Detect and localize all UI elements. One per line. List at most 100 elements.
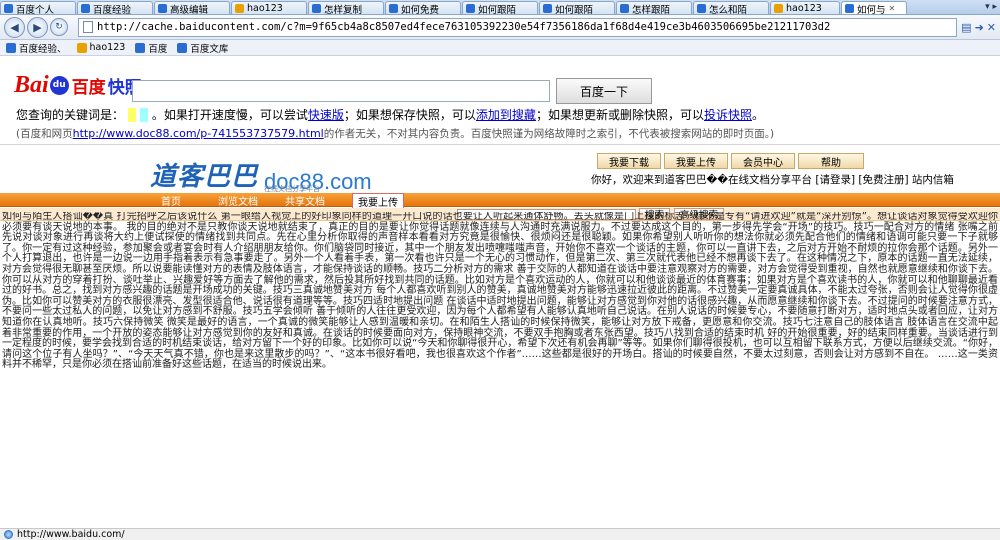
browser-tab[interactable]: 百度经验 — [77, 1, 153, 15]
refresh-icon: ↻ — [55, 22, 63, 32]
tab-label: hao123 — [247, 3, 283, 14]
report-snapshot-link[interactable]: 投诉快照 — [704, 108, 752, 122]
browser-tab[interactable]: 百度个人 — [0, 1, 76, 15]
refresh-button[interactable]: ↻ — [50, 18, 68, 36]
address-url: http://cache.baiducontent.com/c?m=9f65cb… — [97, 21, 831, 33]
back-button[interactable]: ◀ — [4, 16, 25, 38]
bookmark-label: hao123 — [89, 42, 126, 53]
baidu-kuaizhao-logo[interactable]: Bai du 百度 快照 — [14, 68, 142, 102]
browser-toolbar: ◀ ▶ ↻ http://cache.baiducontent.com/c?m=… — [0, 15, 1000, 40]
doc88-logo-zh: 道客巴巴 — [150, 162, 259, 192]
divider — [0, 144, 1000, 145]
bookmark-item[interactable]: 百度 — [135, 41, 167, 55]
bookmark-favicon-icon — [177, 42, 188, 53]
doc88-welcome: 你好，欢迎来到道客巴巴��在线文档分享平台 [请登录] [免费注册] 站内信箱 — [591, 174, 954, 186]
tab-label: 如何与 — [857, 4, 886, 15]
go-arrow-icon[interactable]: ➜ — [975, 21, 984, 34]
doc88-logo[interactable]: 道客巴巴 doc88.com 在线文档分享平台 — [150, 156, 372, 193]
status-bar: http://www.baidu.com/ — [0, 528, 1000, 540]
tab-label: 如何免费 — [401, 4, 440, 15]
bookmark-label: 百度 — [148, 43, 168, 55]
tab-close-icon[interactable]: ✕ — [889, 4, 896, 13]
keyword-highlight-2 — [139, 108, 149, 122]
bookmark-favicon-icon — [76, 42, 87, 53]
snapshot-disclaimer: (百度和网页http://www.doc88.com/p-74155373757… — [16, 126, 996, 141]
bookmark-label: 百度文库 — [190, 43, 229, 55]
bookmark-item[interactable]: hao123 — [76, 42, 126, 53]
disclaimer-text-2: 的作者无关，不对其内容负责。百度快照谨为网络故障时之索引，不代表被搜索网站的即时… — [323, 128, 775, 140]
browser-tab-strip: 百度个人 百度经验 高级编辑 hao123 怎样复制 如何免费 如何跟陌 如何跟陌 怎样跟陌 怎么… — [0, 0, 1000, 15]
tab-favicon-icon — [158, 4, 167, 13]
tab-favicon-icon — [389, 4, 398, 13]
browser-tab[interactable]: 高级编辑 — [154, 1, 230, 15]
browser-tab[interactable]: 如何与 ✕ — [841, 1, 907, 15]
doc88-top-button[interactable]: 会员中心 — [731, 153, 795, 169]
status-url: http://www.baidu.com/ — [17, 529, 125, 540]
fast-version-link[interactable]: 快速版 — [308, 108, 344, 122]
browser-tab[interactable]: hao123 — [231, 1, 307, 14]
bookmark-favicon-icon — [135, 42, 146, 53]
baidu-search-button[interactable]: 百度一下 — [556, 78, 652, 104]
tab-label: 高级编辑 — [170, 4, 209, 15]
doc88-nav-tab[interactable]: 我要上传 — [352, 193, 404, 209]
back-arrow-icon: ◀ — [10, 20, 19, 34]
bookmark-item[interactable]: 百度经验、 — [6, 41, 67, 55]
add-to-favorites-link[interactable]: 添加到搜藏 — [476, 108, 536, 122]
doc88-top-button[interactable]: 帮助 — [798, 153, 864, 169]
tab-label: hao123 — [786, 3, 822, 14]
doc88-nav-tab[interactable]: 共享文档 — [285, 193, 325, 208]
forward-button[interactable]: ▶ — [27, 16, 48, 38]
tab-favicon-icon — [81, 4, 90, 13]
doc88-nav-bar: 首页 浏览文档 共享文档 我要上传 — [0, 193, 1000, 209]
info-text-2: 。如果打开速度慢，可以尝试 — [151, 108, 308, 122]
doc88-nav-tab[interactable]: 首页 — [161, 193, 181, 208]
bookmark-item[interactable]: 百度文库 — [177, 41, 228, 55]
browser-tab[interactable]: 怎样复制 — [308, 1, 384, 15]
tab-label: 怎么和陌 — [709, 4, 748, 15]
tab-label: 如何跟陌 — [478, 4, 517, 15]
tab-favicon-icon — [543, 4, 552, 13]
info-text-1: 您查询的关键词是： — [16, 108, 125, 122]
info-text-5: 。 — [751, 108, 764, 122]
bookmark-favicon-icon — [6, 42, 16, 53]
info-text-4: ；如果想更新或删除快照，可以 — [535, 108, 704, 122]
browser-tab[interactable]: 如何跟陌 — [539, 1, 615, 15]
tab-label: 怎样跟陌 — [632, 4, 671, 15]
tab-label: 怎样复制 — [324, 4, 363, 15]
keyword-highlight-1 — [127, 108, 137, 122]
bookmarks-bar: 百度经验、 hao123 百度 百度文库 — [0, 40, 1000, 56]
tab-label: 百度经验 — [93, 4, 132, 15]
globe-icon — [4, 530, 13, 539]
doc88-top-buttons: 我要下载 我要上传 会员中心 帮助 — [597, 153, 864, 169]
snapshot-info: 您查询的关键词是： 。如果打开速度慢，可以尝试快速版；如果想保存快照，可以添加到… — [16, 106, 996, 123]
forward-arrow-icon: ▶ — [33, 20, 42, 34]
browser-tab[interactable]: 如何跟陌 — [462, 1, 538, 15]
stop-icon[interactable]: ✕ — [987, 21, 996, 34]
baidu-search-input[interactable] — [132, 80, 550, 102]
tab-favicon-icon — [235, 4, 244, 13]
document-body-text: 如何与陌生人搭讪��真 打完招呼之后该说什么 第一眼给人视觉上的好印象同样的道理… — [2, 212, 998, 371]
tab-favicon-icon — [845, 4, 854, 13]
tab-label: 百度个人 — [16, 4, 55, 15]
address-bar[interactable]: http://cache.baiducontent.com/c?m=9f65cb… — [78, 17, 958, 37]
tab-favicon-icon — [466, 4, 475, 13]
tab-label: 如何跟陌 — [555, 4, 594, 15]
tab-favicon-icon — [312, 4, 321, 13]
original-page-link[interactable]: http://www.doc88.com/p-741553737579.html — [73, 127, 324, 140]
browser-tab[interactable]: 如何免费 — [385, 1, 461, 15]
baidu-paw-icon: du — [49, 75, 69, 95]
browser-tab[interactable]: 怎么和陌 — [693, 1, 769, 15]
doc88-nav-tab[interactable]: 浏览文档 — [218, 193, 258, 208]
compat-view-icon[interactable]: ▤ — [961, 21, 971, 34]
browser-tab[interactable]: hao123 — [770, 1, 840, 14]
info-text-3: ；如果想保存快照，可以 — [343, 108, 476, 122]
tab-list-button[interactable]: ▾ ▸ — [982, 0, 1000, 14]
logo-baidu-zh: 百度 — [71, 77, 106, 98]
browser-tab[interactable]: 怎样跟陌 — [616, 1, 692, 15]
tab-favicon-icon — [620, 4, 629, 13]
logo-bai: Bai — [14, 71, 49, 98]
tab-favicon-icon — [4, 4, 13, 13]
doc88-top-button[interactable]: 我要下载 — [597, 153, 661, 169]
doc88-top-button[interactable]: 我要上传 — [664, 153, 728, 169]
bookmark-label: 百度经验、 — [19, 43, 67, 55]
